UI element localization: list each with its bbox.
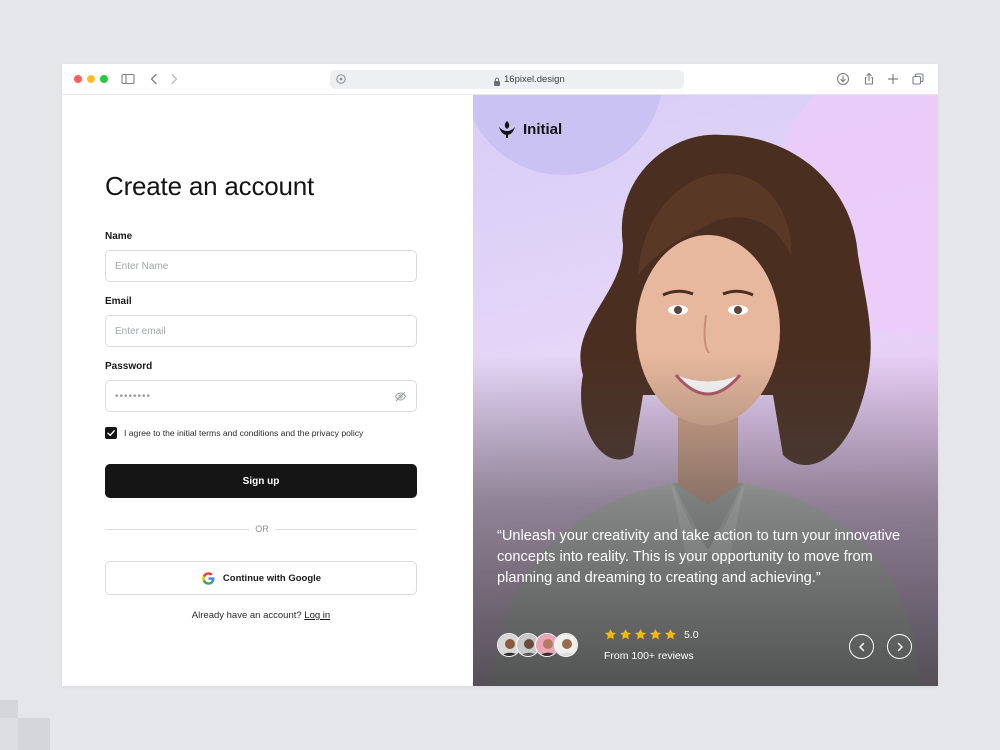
star-icon xyxy=(619,628,632,640)
google-icon xyxy=(201,571,216,586)
star-icon xyxy=(634,628,647,640)
avatar xyxy=(554,633,578,657)
sidebar-toggle-icon[interactable] xyxy=(120,71,136,87)
hero-panel: Initial “Unleash your creativity and tak… xyxy=(473,95,938,686)
browser-toolbar: 16pixel.design xyxy=(62,64,938,95)
login-link[interactable]: Log in xyxy=(304,610,330,621)
chevron-right-icon xyxy=(897,642,903,651)
rating-stars: 5.0 xyxy=(604,628,699,641)
reviews-count: From 100+ reviews xyxy=(604,650,694,662)
continue-with-google-button[interactable]: Continue with Google xyxy=(105,561,417,595)
signup-form-panel: Create an account Name Email Password I … xyxy=(62,95,473,686)
privacy-shield-icon[interactable] xyxy=(334,72,348,86)
login-prompt-row: Already have an account? Log in xyxy=(105,610,417,621)
rating-value: 5.0 xyxy=(684,628,699,641)
terms-text: I agree to the initial terms and conditi… xyxy=(124,428,364,438)
decor-square xyxy=(0,718,18,750)
lock-icon xyxy=(493,74,501,86)
email-field[interactable] xyxy=(105,315,417,347)
new-tab-icon[interactable] xyxy=(885,71,901,87)
previous-testimonial-button[interactable] xyxy=(849,634,874,659)
eye-off-icon[interactable] xyxy=(394,390,407,403)
chevron-left-icon xyxy=(858,642,864,651)
back-icon[interactable] xyxy=(146,71,162,87)
share-icon[interactable] xyxy=(861,71,877,87)
password-field[interactable] xyxy=(105,380,417,412)
tab-overview-icon[interactable] xyxy=(910,71,926,87)
divider-line-left xyxy=(105,529,249,530)
address-bar[interactable]: 16pixel.design xyxy=(330,70,684,89)
decor-square xyxy=(0,700,18,718)
address-url: 16pixel.design xyxy=(504,74,565,85)
star-icon xyxy=(649,628,662,640)
name-label: Name xyxy=(105,231,133,242)
email-input[interactable] xyxy=(106,316,416,346)
download-icon[interactable] xyxy=(835,71,851,87)
star-icon xyxy=(664,628,677,640)
next-testimonial-button[interactable] xyxy=(887,634,912,659)
brand-name: Initial xyxy=(523,120,563,138)
login-prompt-text: Already have an account? xyxy=(191,610,302,621)
or-divider-text: OR xyxy=(255,524,269,534)
browser-window: 16pixel.design Create an account Name Em… xyxy=(62,64,938,686)
email-label: Email xyxy=(105,296,132,307)
close-window-button[interactable] xyxy=(74,75,82,83)
google-button-label: Continue with Google xyxy=(222,572,322,584)
divider-line-right xyxy=(275,529,417,530)
page-title: Create an account xyxy=(105,171,315,201)
password-input[interactable] xyxy=(106,381,416,411)
brand-mark-icon xyxy=(497,119,517,139)
brand-logo[interactable]: Initial xyxy=(497,118,562,140)
star-icon xyxy=(604,628,617,640)
minimize-window-button[interactable] xyxy=(87,75,95,83)
signup-button[interactable]: Sign up xyxy=(105,464,417,498)
name-input[interactable] xyxy=(106,251,416,281)
terms-checkbox[interactable] xyxy=(105,427,117,439)
forward-icon[interactable] xyxy=(166,71,182,87)
maximize-window-button[interactable] xyxy=(100,75,108,83)
decor-square xyxy=(18,718,50,750)
name-field[interactable] xyxy=(105,250,417,282)
testimonial-quote: “Unleash your creativity and take action… xyxy=(497,528,901,586)
password-label: Password xyxy=(105,361,153,372)
